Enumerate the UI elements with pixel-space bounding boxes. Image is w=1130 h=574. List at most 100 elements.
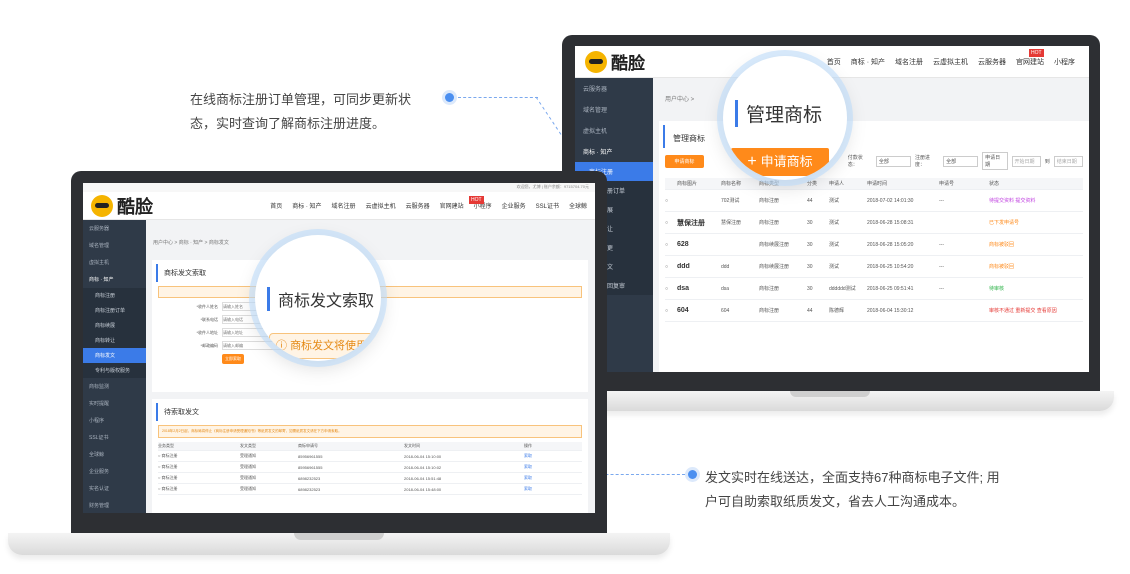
table-row[interactable]: ○ ddd ddd 商标续展注册 30 测试 2018-06-25 10:54:20 --- 商… (665, 256, 1083, 278)
table-cell: 44 (807, 197, 813, 204)
table-cell: dsa (721, 285, 730, 292)
sidebar-item-tm-orders[interactable]: 商标注册订单 (83, 303, 146, 318)
sidebar-item-mini[interactable]: 小程序 (83, 412, 146, 429)
table-cell: 2018-06-04 15:30:12 (867, 307, 914, 314)
nav-trademark[interactable]: 商标 · 知产 (851, 57, 885, 67)
table-header-cell: 发文类型 (240, 443, 256, 448)
table-cell: 受理通知 (240, 464, 256, 469)
sidebar-item-patent[interactable]: 专利与版权服务 (83, 363, 146, 378)
nav-mini-program[interactable]: 小程序 (1054, 57, 1075, 67)
request-link[interactable]: 索取 (524, 453, 564, 459)
table-cell: 商标注册 (759, 198, 780, 204)
table-header-cell: 申请号 (939, 181, 955, 187)
nav-enterprise[interactable]: 企业服务 (502, 201, 526, 210)
nav-ssl[interactable]: SSL证书 (536, 201, 559, 210)
table-cell: 商标续展注册 (759, 264, 790, 270)
sidebar-item-enterprise[interactable]: 企业服务 (83, 463, 146, 480)
sidebar-item-finance[interactable]: 财务管理 (83, 497, 146, 513)
nav-domain[interactable]: 域名注册 (895, 57, 923, 67)
filter-progress-select[interactable]: 全部 (943, 155, 979, 167)
table-cell: ○ 商标注册 (158, 464, 178, 469)
request-link[interactable]: 索取 (524, 464, 564, 470)
request-link[interactable]: 索取 (524, 486, 564, 492)
sidebar-item-vhost[interactable]: 虚拟主机 (83, 254, 146, 271)
table-row: ○ 商标注册 受理通知 6898232523 2018-06-04 15:48:00 索… (158, 484, 582, 495)
pending-docs-panel: 待索取发文 2018年2月2日起，商标局将停止《商标注册申请受理通知书》等纸质发… (152, 399, 588, 513)
table-cell: 2018-06-28 15:08:31 (867, 219, 914, 226)
magnifier-notice: ⓘ 商标发文将使用 (269, 333, 381, 359)
sidebar-item-trademark[interactable]: 商标 · 知产 (83, 271, 146, 288)
request-link[interactable]: 索取 (524, 475, 564, 481)
sidebar-item-domain[interactable]: 域名管理 (575, 99, 653, 120)
table-cell: dsa (677, 285, 690, 292)
filter-progress-label: 注册进度： (914, 155, 930, 168)
table-cell: 受理通知 (240, 475, 256, 480)
table-cell: 测试 (829, 242, 840, 248)
nav-cloud-server[interactable]: 云服务器 (978, 57, 1006, 67)
sidebar-item-tm-register[interactable]: 商标注册 (83, 288, 146, 303)
filter-end-date[interactable]: 结束日期 (1053, 155, 1083, 167)
table-cell: 慧保注册 (721, 220, 742, 226)
table-cell: 2018-06-04 15:10:00 (404, 453, 442, 459)
magnifier-title: 管理商标 (735, 100, 822, 127)
sidebar-item-vhost[interactable]: 虚拟主机 (575, 120, 653, 141)
sidebar-item-remind[interactable]: 实时提醒 (83, 395, 146, 412)
nav-site-builder[interactable]: 官网建站 (1016, 57, 1044, 67)
sidebar-item-tm-docs[interactable]: 商标发文 (83, 348, 146, 363)
table-cell: 待审核 (989, 286, 1005, 292)
sidebar-item-monitor[interactable]: 商标监测 (83, 378, 146, 395)
nav-home[interactable]: 首页 (270, 201, 282, 210)
filter-start-date[interactable]: 开始日期 (1011, 155, 1041, 167)
right-logo[interactable]: 酷脸 (585, 49, 645, 74)
nav-site-builder[interactable]: 官网建站 (440, 201, 464, 210)
row-checkbox[interactable]: ○ (665, 286, 677, 292)
nav-vhost[interactable]: 云虚拟主机 (366, 201, 396, 210)
nav-domain[interactable]: 域名注册 (332, 201, 356, 210)
table-row[interactable]: ○ 702测试 商标注册 44 测试 2018-07-02 14:01:30 --- 待提交资… (665, 190, 1083, 212)
apply-trademark-button[interactable]: + 申请商标 (731, 148, 829, 176)
table-cell: 30 (807, 219, 813, 226)
table-cell: ○ 商标注册 (158, 486, 178, 491)
row-checkbox[interactable]: ○ (665, 264, 677, 270)
submit-request-button[interactable]: 立即索取 (222, 354, 244, 364)
table-row[interactable]: ○ dsa dsa 商标注册 30 dddddd测试 2018-06-25 09:51:41… (665, 278, 1083, 300)
sidebar-item-domain[interactable]: 域名管理 (83, 237, 146, 254)
nav-global[interactable]: 全球鲸 (569, 201, 587, 210)
sidebar-item-ssl[interactable]: SSL证书 (83, 429, 146, 446)
table-cell: 商标被驳回 (989, 264, 1015, 270)
nav-trademark[interactable]: 商标 · 知产 (292, 201, 321, 210)
table-row[interactable]: ○ 604 604 商标注册 44 陈德辉 2018-06-04 15:30:12 审核不通过… (665, 300, 1083, 322)
row-checkbox[interactable]: ○ (665, 242, 677, 248)
caption-dot-bottom (688, 470, 697, 479)
table-cell: 商标注册 (759, 220, 780, 226)
table-cell: 商标续展注册 (759, 242, 790, 248)
left-logo[interactable]: 酷脸 (91, 193, 153, 219)
hot-badge: HOT (1029, 49, 1044, 57)
sidebar-item-tm-transfer[interactable]: 商标转让 (83, 333, 146, 348)
row-checkbox[interactable]: ○ (665, 220, 677, 226)
magnifier-title: 商标发文索取 (267, 287, 374, 311)
table-header-cell: 商标图片 (677, 181, 698, 187)
sidebar-item-cloud[interactable]: 云服务器 (83, 220, 146, 237)
left-laptop-notch (294, 533, 384, 540)
sidebar-item-realname[interactable]: 实名认证 (83, 480, 146, 497)
sidebar-item-cloud[interactable]: 云服务器 (575, 78, 653, 99)
table-row[interactable]: ○ 628 商标续展注册 30 测试 2018-06-28 15:05:20 --- 商标被驳… (665, 234, 1083, 256)
nav-cloud-server[interactable]: 云服务器 (406, 201, 430, 210)
caption-dot-top (445, 93, 454, 102)
row-checkbox[interactable]: ○ (665, 198, 677, 204)
sidebar-item-global[interactable]: 全球鲸 (83, 446, 146, 463)
table-cell: 慧保注册 (677, 219, 705, 227)
filter-date-type[interactable]: 申请日期 (982, 152, 1008, 170)
sidebar-item-trademark[interactable]: 商标 · 知产 (575, 141, 653, 162)
table-cell: 2018-07-02 14:01:30 (867, 197, 914, 204)
apply-trademark-button-small[interactable]: 申请商标 (665, 154, 704, 168)
table-cell: 628 (677, 241, 689, 248)
table-cell: ddd (721, 263, 730, 270)
table-row[interactable]: ○ 慧保注册 慧保注册 商标注册 30 测试 2018-06-28 15:08:31 已下发申… (665, 212, 1083, 234)
sidebar-item-tm-renew[interactable]: 商标续展 (83, 318, 146, 333)
nav-vhost[interactable]: 云虚拟主机 (933, 57, 968, 67)
row-checkbox[interactable]: ○ (665, 308, 677, 314)
filter-pay-select[interactable]: 全部 (875, 155, 911, 167)
nav-home[interactable]: 首页 (827, 57, 841, 67)
